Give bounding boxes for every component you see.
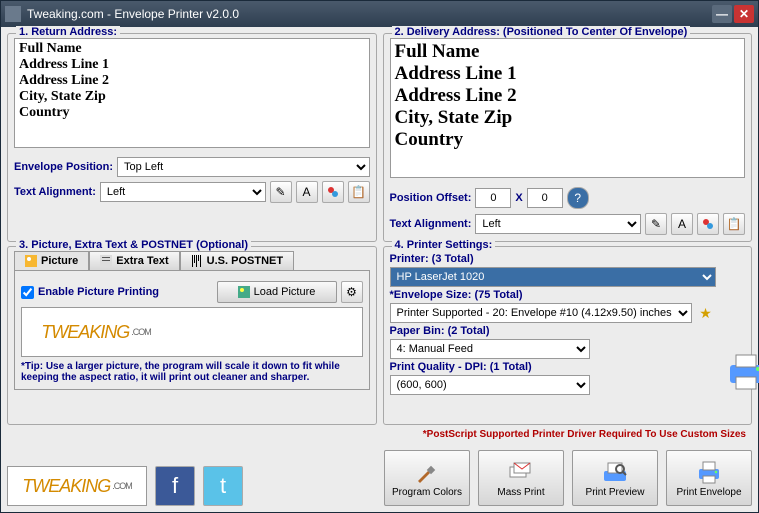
tab-extra-text[interactable]: Extra Text [89, 251, 179, 270]
envelope-size-select[interactable]: Printer Supported - 20: Envelope #10 (4.… [390, 303, 692, 323]
return-title: 1. Return Address: [16, 26, 120, 38]
color-icon[interactable] [697, 213, 719, 235]
program-colors-button[interactable]: Program Colors [384, 450, 470, 506]
facebook-icon[interactable]: f [155, 466, 195, 506]
gear-icon[interactable]: ⚙ [341, 281, 363, 303]
tab-postnet[interactable]: U.S. POSTNET [180, 251, 294, 270]
envelopes-icon [508, 459, 534, 485]
printer-label: Printer: (3 Total) [390, 253, 474, 265]
window-title: Tweaking.com - Envelope Printer v2.0.0 [27, 7, 239, 21]
preview-icon [602, 459, 628, 485]
mass-print-button[interactable]: Mass Print [478, 450, 564, 506]
delivery-align-select[interactable]: Left [475, 214, 641, 234]
tab-picture[interactable]: Picture [14, 251, 89, 270]
envelope-size-label: *Envelope Size: (75 Total) [390, 289, 523, 301]
delivery-title: 2. Delivery Address: (Positioned To Cent… [392, 26, 691, 38]
color-icon[interactable] [322, 181, 344, 203]
printer-icon [722, 347, 759, 395]
app-icon [5, 6, 21, 22]
twitter-icon[interactable]: t [203, 466, 243, 506]
paper-bin-select[interactable]: 4: Manual Feed [390, 339, 590, 359]
edit-icon[interactable]: ✎ [645, 213, 667, 235]
offset-y-input[interactable] [527, 188, 563, 208]
edit-icon[interactable]: ✎ [270, 181, 292, 203]
offset-x-input[interactable] [475, 188, 511, 208]
printer-title: 4. Printer Settings: [392, 239, 496, 251]
minimize-button[interactable]: — [712, 5, 732, 23]
print-preview-button[interactable]: Print Preview [572, 450, 658, 506]
brush-icon [414, 459, 440, 485]
envelope-position-label: Envelope Position: [14, 161, 113, 173]
return-address-textarea[interactable]: Full Name Address Line 1 Address Line 2 … [14, 38, 370, 148]
font-icon[interactable]: A [671, 213, 693, 235]
offset-x-label: X [515, 192, 522, 204]
favorite-icon[interactable]: ★ [696, 303, 716, 323]
paste-icon[interactable]: 📋 [723, 213, 745, 235]
dpi-select[interactable]: (600, 600) [390, 375, 590, 395]
picture-preview: TWEAKING.COM [26, 312, 166, 352]
image-icon [238, 286, 250, 298]
load-picture-button[interactable]: Load Picture [217, 281, 337, 303]
delivery-address-group: 2. Delivery Address: (Positioned To Cent… [383, 33, 753, 242]
delivery-address-textarea[interactable]: Full Name Address Line 1 Address Line 2 … [390, 38, 746, 178]
text-icon [100, 255, 112, 267]
picture-group: 3. Picture, Extra Text & POSTNET (Option… [7, 246, 377, 425]
picture-tabs: Picture Extra Text U.S. POSTNET [14, 251, 370, 271]
print-envelope-button[interactable]: Print Envelope [666, 450, 752, 506]
help-icon[interactable]: ? [567, 187, 589, 209]
brand-logo[interactable]: TWEAKING.COM [7, 466, 147, 506]
titlebar: Tweaking.com - Envelope Printer v2.0.0 —… [1, 1, 758, 27]
enable-picture-checkbox[interactable] [21, 286, 34, 299]
paste-icon[interactable]: 📋 [348, 181, 370, 203]
position-offset-label: Position Offset: [390, 192, 472, 204]
picture-tab-body: Enable Picture Printing Load Picture ⚙ T… [14, 271, 370, 390]
enable-picture-label: Enable Picture Printing [38, 286, 159, 298]
return-align-label: Text Alignment: [14, 186, 96, 198]
font-icon[interactable]: A [296, 181, 318, 203]
envelope-position-select[interactable]: Top Left [117, 157, 369, 177]
printer-select[interactable]: HP LaserJet 1020 [390, 267, 716, 287]
delivery-align-label: Text Alignment: [390, 218, 472, 230]
print-icon [696, 459, 722, 485]
return-address-group: 1. Return Address: Full Name Address Lin… [7, 33, 377, 242]
picture-icon [25, 255, 37, 267]
return-align-select[interactable]: Left [100, 182, 266, 202]
close-button[interactable]: ✕ [734, 5, 754, 23]
printer-settings-group: 4. Printer Settings: Printer: (3 Total) … [383, 246, 753, 425]
paper-bin-label: Paper Bin: (2 Total) [390, 325, 490, 337]
app-window: Tweaking.com - Envelope Printer v2.0.0 —… [0, 0, 759, 513]
picture-tip: *Tip: Use a larger picture, the program … [21, 361, 363, 383]
footer: TWEAKING.COM f t Program Colors Mass Pri… [1, 446, 758, 512]
barcode-icon [191, 255, 203, 267]
postscript-note: *PostScript Supported Printer Driver Req… [7, 429, 752, 440]
dpi-label: Print Quality - DPI: (1 Total) [390, 361, 532, 373]
picture-title: 3. Picture, Extra Text & POSTNET (Option… [16, 239, 251, 251]
